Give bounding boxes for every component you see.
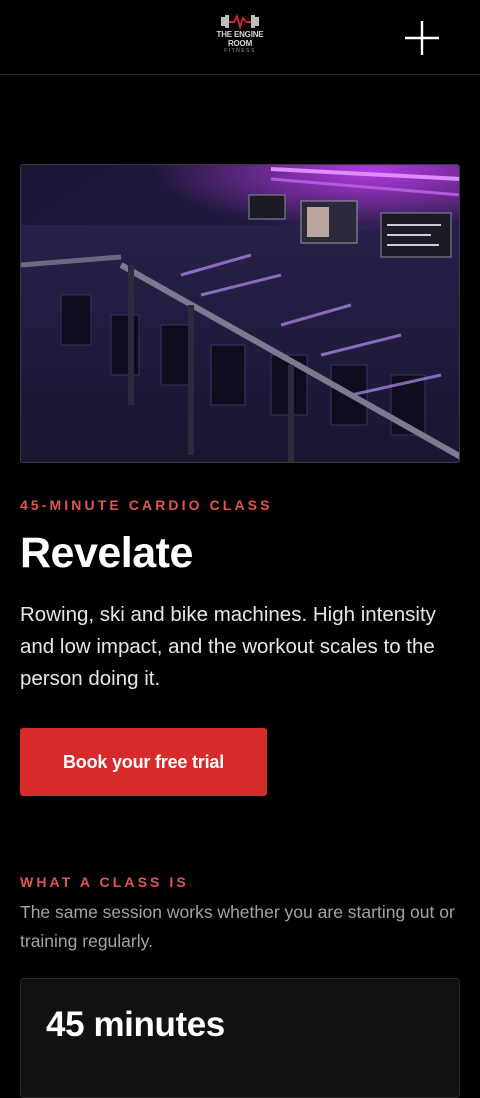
menu-toggle-button[interactable] bbox=[402, 18, 442, 58]
logo-line-2: ROOM bbox=[227, 39, 253, 48]
book-free-trial-button[interactable]: Book your free trial bbox=[20, 728, 267, 796]
section-eyebrow: WHAT A CLASS IS bbox=[20, 874, 189, 890]
section-text: The same session works whether you are s… bbox=[20, 902, 455, 951]
class-description: Rowing, ski and bike machines. High inte… bbox=[20, 603, 436, 690]
hero-image bbox=[20, 164, 460, 463]
gym-room-photo bbox=[21, 165, 459, 462]
page-title: Revelate bbox=[20, 529, 193, 577]
logo-line-3: FITNESS bbox=[224, 48, 256, 54]
class-eyebrow: 45-MINUTE CARDIO CLASS bbox=[20, 497, 273, 513]
info-card: 45 minutes bbox=[20, 978, 460, 1098]
site-header: THE ENGINE ROOM FITNESS bbox=[0, 0, 480, 75]
dumbbell-heartbeat-icon bbox=[221, 13, 259, 30]
logo-line-1: THE ENGINE bbox=[216, 30, 264, 39]
brand-logo[interactable]: THE ENGINE ROOM FITNESS bbox=[205, 12, 275, 62]
plus-icon bbox=[405, 21, 439, 55]
card-title: 45 minutes bbox=[46, 1005, 225, 1044]
